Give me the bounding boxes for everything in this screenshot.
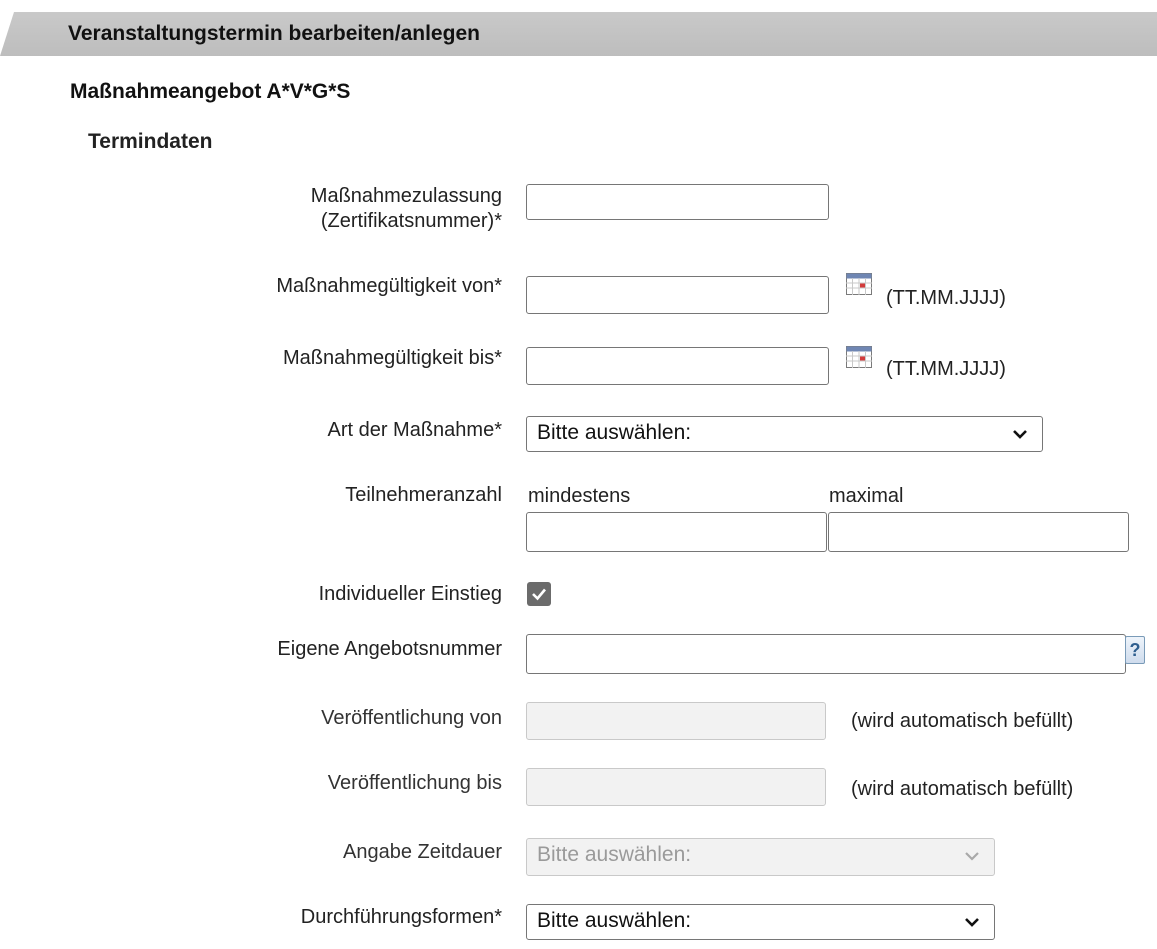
chevron-down-icon (1013, 430, 1027, 439)
veroeff-bis-hint: (wird automatisch befüllt) (851, 778, 1074, 800)
art-select[interactable]: Bitte auswählen: (526, 416, 1043, 452)
gueltig-bis-format-hint: (TT.MM.JJJJ) (886, 358, 1006, 380)
checkmark-icon (532, 588, 546, 601)
angebotsnummer-label: Eigene Angebotsnummer (277, 638, 502, 660)
zulassung-label: Maßnahmezulassung (Zertifikatsnummer)* (311, 184, 502, 234)
offer-title: Maßnahmeangebot A*V*G*S (70, 80, 351, 103)
calendar-icon[interactable] (846, 273, 872, 295)
veroeff-von-input (526, 702, 826, 740)
durchfuehrung-select-value: Bitte auswählen: (537, 909, 692, 932)
gueltig-von-input[interactable] (526, 276, 829, 314)
teilnehmer-min-input[interactable] (526, 512, 827, 552)
durchfuehrung-label: Durchführungsformen* (300, 906, 502, 928)
teilnehmer-min-label: mindestens (528, 485, 631, 507)
zeitdauer-label: Angabe Zeitdauer (342, 841, 502, 863)
einstieg-label: Individueller Einstieg (318, 583, 502, 605)
chevron-down-icon (965, 918, 979, 927)
calendar-icon[interactable] (846, 346, 872, 368)
zeitdauer-select-value: Bitte auswählen: (537, 843, 692, 866)
durchfuehrung-select[interactable]: Bitte auswählen: (526, 904, 995, 940)
gueltig-bis-label: Maßnahmegültigkeit bis* (283, 347, 502, 369)
zeitdauer-select: Bitte auswählen: (526, 838, 995, 876)
angebotsnummer-input[interactable] (526, 634, 1126, 674)
zulassung-label-line1: Maßnahmezulassung (310, 185, 502, 207)
einstieg-checkbox[interactable] (527, 582, 551, 606)
art-label: Art der Maßnahme* (327, 419, 502, 441)
veroeff-bis-label: Veröffentlichung bis (327, 772, 502, 794)
veroeff-von-hint: (wird automatisch befüllt) (851, 710, 1074, 732)
help-icon[interactable]: ? (1125, 636, 1145, 664)
zulassung-label-line2: (Zertifikatsnummer)* (320, 210, 502, 232)
art-select-value: Bitte auswählen: (537, 421, 692, 444)
section-title: Termindaten (88, 130, 213, 153)
zulassung-input[interactable] (526, 184, 829, 220)
veroeff-bis-input (526, 768, 826, 806)
page-title: Veranstaltungstermin bearbeiten/anlegen (68, 22, 480, 45)
gueltig-von-format-hint: (TT.MM.JJJJ) (886, 287, 1006, 309)
teilnehmer-max-label: maximal (829, 485, 904, 507)
teilnehmer-max-input[interactable] (828, 512, 1129, 552)
veroeff-von-label: Veröffentlichung von (321, 707, 502, 729)
teilnehmer-label: Teilnehmeranzahl (345, 484, 502, 506)
gueltig-bis-input[interactable] (526, 347, 829, 385)
chevron-down-icon (965, 852, 979, 861)
gueltig-von-label: Maßnahmegültigkeit von* (276, 275, 502, 297)
